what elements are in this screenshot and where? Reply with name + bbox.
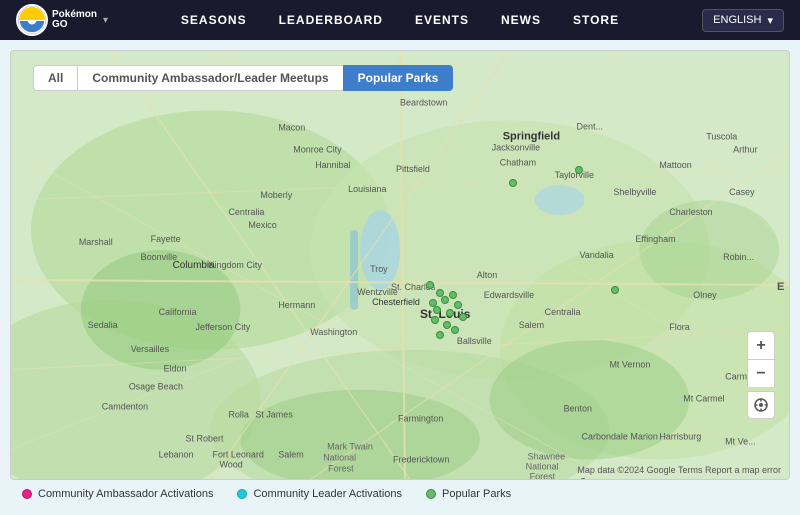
leader-dot-icon [237,489,247,499]
nav-leaderboard[interactable]: LEADERBOARD [279,13,383,27]
map-marker[interactable] [451,326,459,334]
map-marker[interactable] [575,166,583,174]
main-nav: SEASONS LEADERBOARD EVENTS NEWS STORE [181,13,619,27]
map-marker[interactable] [431,316,439,324]
pokemon-go-logo [16,4,48,36]
filter-all-button[interactable]: All [33,65,78,91]
attribution-text: Map data ©2024 Google [577,465,675,475]
map-marker[interactable] [449,291,457,299]
map-marker[interactable] [454,301,462,309]
legend-item-leader: Community Leader Activations [237,488,402,500]
map-marker[interactable] [441,296,449,304]
filter-bar: All Community Ambassador/Leader Meetups … [33,65,453,91]
parks-dot-icon [426,489,436,499]
filter-popular-parks-button[interactable]: Popular Parks [343,65,454,91]
map-marker[interactable] [433,306,441,314]
ambassador-dot-icon [22,489,32,499]
report-link[interactable]: Report a map error [705,465,781,475]
parks-label: Popular Parks [442,488,511,500]
legend: Community Ambassador Activations Communi… [10,480,790,508]
language-label: ENGLISH [713,14,761,26]
terms-link[interactable]: Terms [678,465,703,475]
filter-meetups-button[interactable]: Community Ambassador/Leader Meetups [78,65,342,91]
logo-chevron-icon: ▾ [103,15,108,26]
locate-icon [754,398,768,412]
logo-text: Pokémon GO [52,10,97,30]
ambassador-label: Community Ambassador Activations [38,488,213,500]
language-chevron-icon: ▾ [767,14,773,27]
main-content: Springfield St. Louis Columbia Chesterfi… [0,40,800,515]
map-marker[interactable] [509,179,517,187]
map-marker[interactable] [459,313,467,321]
map-controls: + − [747,331,775,419]
map-container: Springfield St. Louis Columbia Chesterfi… [10,50,790,480]
map-attribution: Map data ©2024 Google Terms Report a map… [577,465,781,475]
map-markers [11,51,789,479]
map-marker[interactable] [611,286,619,294]
header: Pokémon GO ▾ SEASONS LEADERBOARD EVENTS … [0,0,800,40]
language-selector[interactable]: ENGLISH ▾ [702,9,784,32]
map-marker[interactable] [443,321,451,329]
nav-events[interactable]: EVENTS [415,13,469,27]
nav-news[interactable]: NEWS [501,13,541,27]
leader-label: Community Leader Activations [253,488,402,500]
nav-seasons[interactable]: SEASONS [181,13,247,27]
locate-button[interactable] [747,391,775,419]
map-marker[interactable] [436,331,444,339]
logo-area[interactable]: Pokémon GO ▾ [16,4,108,36]
map-marker[interactable] [446,309,454,317]
nav-store[interactable]: STORE [573,13,619,27]
map-marker[interactable] [426,281,434,289]
legend-item-ambassador: Community Ambassador Activations [22,488,213,500]
zoom-in-button[interactable]: + [747,331,775,359]
legend-item-parks: Popular Parks [426,488,511,500]
zoom-out-button[interactable]: − [747,359,775,387]
